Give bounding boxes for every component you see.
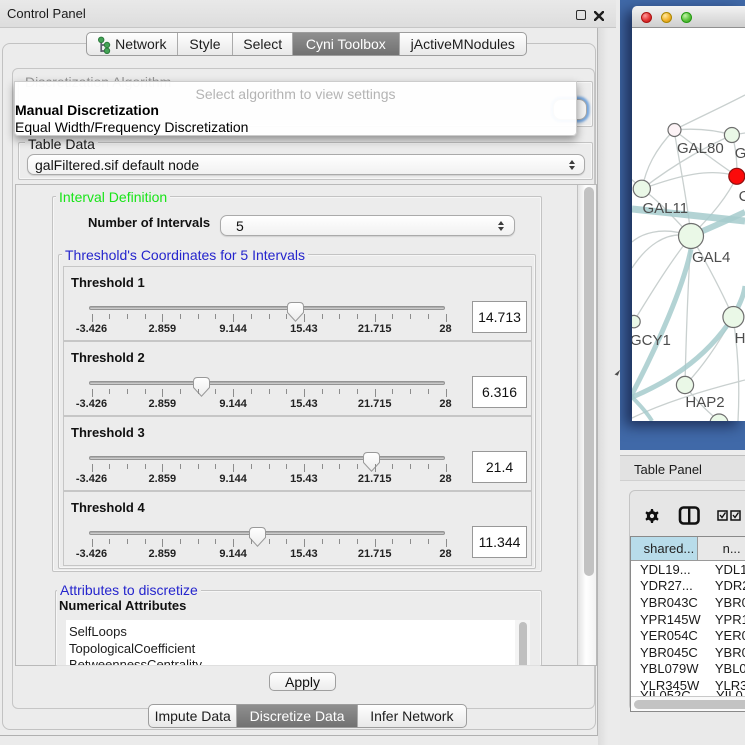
svg-text:GAL4: GAL4 [692, 249, 730, 266]
svg-text:GAL80: GAL80 [677, 140, 724, 157]
svg-text:C: C [739, 188, 745, 205]
svg-text:HAP2: HAP2 [685, 394, 724, 411]
svg-text:H: H [735, 330, 745, 347]
svg-text:GA: GA [735, 145, 745, 162]
svg-text:GCY1: GCY1 [632, 332, 671, 349]
svg-text:GAL11: GAL11 [643, 200, 689, 217]
